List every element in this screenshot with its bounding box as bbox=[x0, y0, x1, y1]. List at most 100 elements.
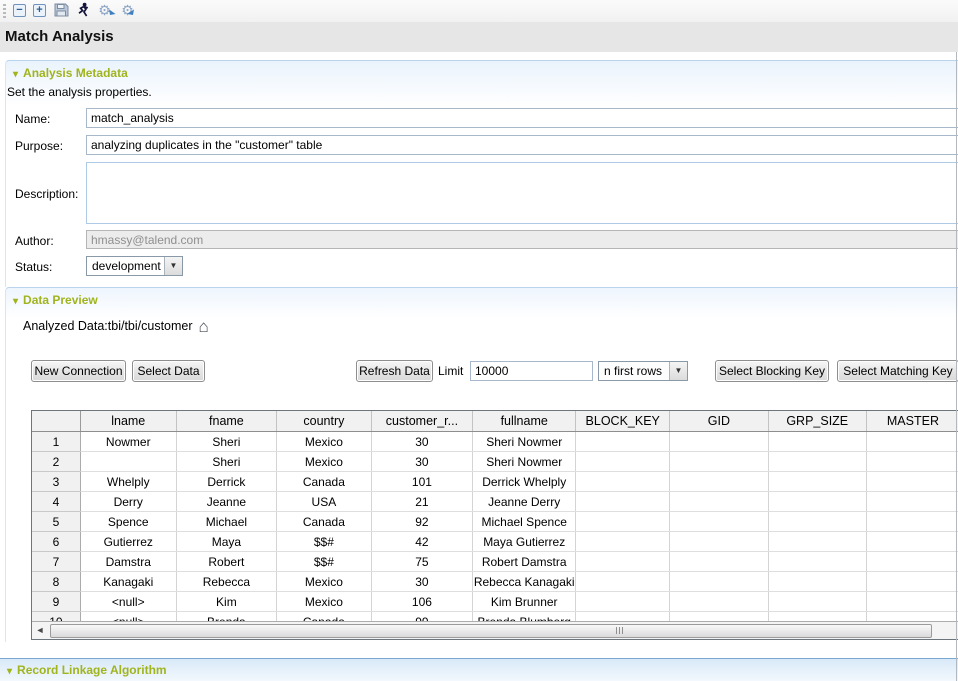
refresh-gear-alt-button[interactable]: ⚙ bbox=[119, 2, 136, 19]
table-cell[interactable] bbox=[670, 532, 768, 552]
table-cell[interactable]: 101 bbox=[371, 472, 473, 492]
table-row[interactable]: 6GutierrezMaya$$#42Maya Gutierrez bbox=[32, 532, 958, 552]
table-cell[interactable] bbox=[576, 452, 670, 472]
column-header[interactable]: lname bbox=[80, 411, 176, 432]
table-cell[interactable] bbox=[866, 592, 958, 612]
run-analysis-button[interactable] bbox=[74, 2, 91, 19]
table-cell[interactable] bbox=[866, 572, 958, 592]
row-number[interactable]: 9 bbox=[32, 592, 80, 612]
column-header[interactable]: BLOCK_KEY bbox=[576, 411, 670, 432]
table-cell[interactable]: Spence bbox=[80, 512, 176, 532]
column-header[interactable]: fname bbox=[176, 411, 276, 432]
table-cell[interactable]: 75 bbox=[371, 552, 473, 572]
row-number[interactable]: 7 bbox=[32, 552, 80, 572]
table-cell[interactable]: 30 bbox=[371, 432, 473, 452]
column-header[interactable]: GID bbox=[670, 411, 768, 432]
table-cell[interactable]: Kanagaki bbox=[80, 572, 176, 592]
row-number-header[interactable] bbox=[32, 411, 80, 432]
table-cell[interactable] bbox=[866, 512, 958, 532]
row-number[interactable]: 6 bbox=[32, 532, 80, 552]
table-cell[interactable]: Mexico bbox=[277, 572, 372, 592]
table-cell[interactable] bbox=[576, 512, 670, 532]
select-blocking-key-button[interactable]: Select Blocking Key bbox=[715, 360, 829, 382]
table-cell[interactable]: 21 bbox=[371, 492, 473, 512]
table-row[interactable]: 7DamstraRobert$$#75Robert Damstra bbox=[32, 552, 958, 572]
table-cell[interactable]: Robert Damstra bbox=[473, 552, 576, 572]
table-cell[interactable]: Sheri Nowmer bbox=[473, 452, 576, 472]
rows-mode-dropdown[interactable]: n first rows ▼ bbox=[598, 361, 688, 381]
collapse-triangle-icon[interactable]: ▾ bbox=[7, 666, 12, 677]
table-cell[interactable] bbox=[768, 472, 866, 492]
table-cell[interactable]: 92 bbox=[371, 512, 473, 532]
table-cell[interactable]: Rebecca bbox=[176, 572, 276, 592]
toolbar-grip-handle[interactable] bbox=[3, 4, 6, 18]
table-cell[interactable]: 106 bbox=[371, 592, 473, 612]
table-cell[interactable] bbox=[670, 512, 768, 532]
table-cell[interactable] bbox=[576, 432, 670, 452]
table-row[interactable]: 8KanagakiRebeccaMexico30Rebecca Kanagaki bbox=[32, 572, 958, 592]
table-cell[interactable]: Michael bbox=[176, 512, 276, 532]
table-cell[interactable]: Canada bbox=[277, 472, 372, 492]
horizontal-scrollbar[interactable]: ◄ bbox=[32, 621, 958, 639]
table-cell[interactable] bbox=[576, 472, 670, 492]
expand-all-button[interactable]: + bbox=[31, 2, 48, 19]
table-cell[interactable] bbox=[866, 532, 958, 552]
table-cell[interactable] bbox=[80, 452, 176, 472]
table-cell[interactable] bbox=[768, 552, 866, 572]
table-cell[interactable]: Robert bbox=[176, 552, 276, 572]
table-cell[interactable]: Gutierrez bbox=[80, 532, 176, 552]
analysis-metadata-header[interactable]: ▾Analysis Metadata bbox=[13, 66, 128, 80]
save-button[interactable] bbox=[52, 2, 69, 19]
table-cell[interactable]: $$# bbox=[277, 552, 372, 572]
table-cell[interactable] bbox=[866, 452, 958, 472]
refresh-gear-button[interactable]: ⚙ bbox=[96, 2, 113, 19]
table-cell[interactable] bbox=[768, 532, 866, 552]
column-header[interactable]: fullname bbox=[473, 411, 576, 432]
row-number[interactable]: 2 bbox=[32, 452, 80, 472]
new-connection-button[interactable]: New Connection bbox=[31, 360, 126, 382]
table-cell[interactable] bbox=[670, 452, 768, 472]
table-row[interactable]: 1NowmerSheriMexico30Sheri Nowmer bbox=[32, 432, 958, 452]
scroll-left-button[interactable]: ◄ bbox=[32, 623, 48, 638]
table-cell[interactable] bbox=[670, 572, 768, 592]
column-header[interactable]: country bbox=[277, 411, 372, 432]
table-cell[interactable]: Nowmer bbox=[80, 432, 176, 452]
table-cell[interactable]: Michael Spence bbox=[473, 512, 576, 532]
table-cell[interactable]: Rebecca Kanagaki bbox=[473, 572, 576, 592]
row-number[interactable]: 1 bbox=[32, 432, 80, 452]
table-cell[interactable]: Damstra bbox=[80, 552, 176, 572]
table-cell[interactable] bbox=[866, 552, 958, 572]
chevron-down-icon[interactable]: ▼ bbox=[164, 257, 182, 275]
refresh-data-button[interactable]: Refresh Data bbox=[356, 360, 433, 382]
table-cell[interactable] bbox=[866, 432, 958, 452]
purpose-field[interactable] bbox=[86, 135, 958, 155]
table-cell[interactable] bbox=[866, 472, 958, 492]
table-cell[interactable] bbox=[576, 572, 670, 592]
table-cell[interactable] bbox=[768, 432, 866, 452]
name-field[interactable] bbox=[86, 108, 958, 128]
table-row[interactable]: 3WhelplyDerrickCanada101Derrick Whelply bbox=[32, 472, 958, 492]
table-cell[interactable] bbox=[670, 472, 768, 492]
table-cell[interactable] bbox=[670, 432, 768, 452]
table-cell[interactable]: <null> bbox=[80, 592, 176, 612]
table-cell[interactable] bbox=[768, 592, 866, 612]
table-cell[interactable]: Mexico bbox=[277, 592, 372, 612]
table-cell[interactable]: Canada bbox=[277, 512, 372, 532]
scrollbar-thumb[interactable] bbox=[50, 624, 932, 638]
status-dropdown[interactable]: development ▼ bbox=[86, 256, 183, 276]
table-cell[interactable]: Whelply bbox=[80, 472, 176, 492]
table-cell[interactable]: Derrick Whelply bbox=[473, 472, 576, 492]
table-cell[interactable] bbox=[576, 492, 670, 512]
table-cell[interactable]: 42 bbox=[371, 532, 473, 552]
table-cell[interactable]: Maya bbox=[176, 532, 276, 552]
select-data-button[interactable]: Select Data bbox=[132, 360, 205, 382]
table-row[interactable]: 5SpenceMichaelCanada92Michael Spence bbox=[32, 512, 958, 532]
column-header[interactable]: customer_r... bbox=[371, 411, 473, 432]
table-row[interactable]: 9<null>KimMexico106Kim Brunner bbox=[32, 592, 958, 612]
table-cell[interactable]: Jeanne bbox=[176, 492, 276, 512]
table-cell[interactable]: Mexico bbox=[277, 452, 372, 472]
table-cell[interactable] bbox=[670, 592, 768, 612]
description-field[interactable] bbox=[86, 162, 958, 224]
column-header[interactable]: MASTER bbox=[866, 411, 958, 432]
limit-input[interactable] bbox=[470, 361, 593, 381]
